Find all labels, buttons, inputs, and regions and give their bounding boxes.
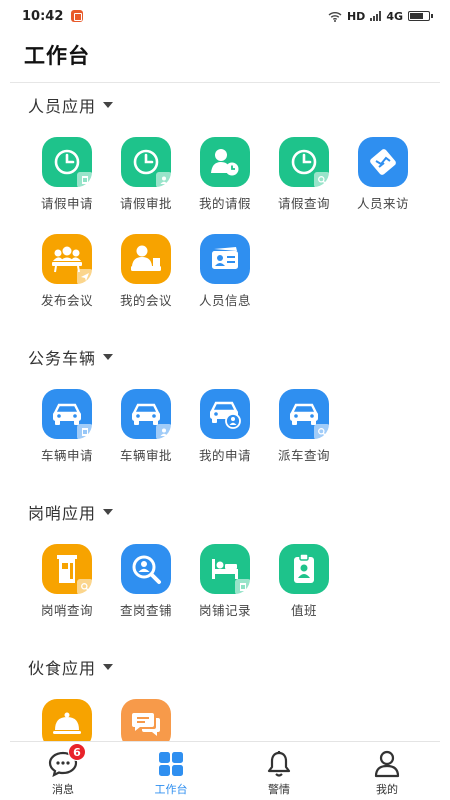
app-label: 发布会议 <box>40 293 93 308</box>
car-person-icon <box>121 389 172 440</box>
clock-search-icon <box>279 137 330 188</box>
bottom-tab-bar: 6 消息 工作台 警情 我的 <box>10 741 440 800</box>
app-dispatch-query[interactable]: 派车查询 <box>265 389 343 464</box>
notification-icon <box>71 10 84 22</box>
app-visitor[interactable]: 人员来访 <box>344 137 422 212</box>
tab-alerts[interactable]: 警情 <box>234 742 324 800</box>
status-bar: 10:42 HD 4G <box>0 0 450 32</box>
car-search-icon <box>279 389 330 440</box>
app-leave-apply[interactable]: 请假申请 <box>28 137 106 212</box>
app-food-2[interactable] <box>107 699 185 741</box>
workbench-grid-icon <box>158 750 184 778</box>
meeting-send-icon <box>42 234 93 285</box>
network-type: HD <box>346 9 366 23</box>
person-clock-icon <box>200 137 250 187</box>
status-indicators: HD 4G <box>328 9 433 23</box>
app-label: 车辆审批 <box>119 448 172 463</box>
app-label: 派车查询 <box>277 448 330 463</box>
handshake-icon <box>358 137 408 187</box>
app-my-application[interactable]: 我的申请 <box>186 389 264 464</box>
app-vehicle-approve[interactable]: 车辆审批 <box>107 389 185 464</box>
car-user-icon <box>200 389 250 439</box>
app-leave-query[interactable]: 请假查询 <box>265 137 343 212</box>
id-card-icon <box>200 234 250 284</box>
app-label: 请假申请 <box>40 196 93 211</box>
app-label: 车辆申请 <box>40 448 93 463</box>
tab-label: 消息 <box>52 783 74 796</box>
section-header-sentry[interactable]: 岗哨应用 <box>28 500 114 524</box>
app-leave-approve[interactable]: 请假审批 <box>107 137 185 212</box>
tab-workbench[interactable]: 工作台 <box>126 742 216 800</box>
tab-label: 工作台 <box>154 783 188 796</box>
section-title: 人员应用 <box>28 97 97 116</box>
status-time: 10:42 <box>22 8 64 24</box>
section-header-food[interactable]: 伙食应用 <box>28 655 114 679</box>
bed-record-icon <box>200 544 251 595</box>
message-icon: 6 <box>48 743 86 778</box>
app-my-leave[interactable]: 我的请假 <box>186 137 264 212</box>
user-icon <box>374 750 400 778</box>
car-doc-icon <box>42 389 93 440</box>
app-vehicle-apply[interactable]: 车辆申请 <box>28 389 106 464</box>
app-bed-record[interactable]: 岗铺记录 <box>186 544 264 619</box>
app-label: 请假查询 <box>277 196 330 211</box>
magnifier-person-icon <box>121 544 171 594</box>
app-publish-meeting[interactable]: 发布会议 <box>28 234 106 309</box>
sentry-search-icon <box>42 544 93 595</box>
unread-badge: 6 <box>68 743 86 761</box>
caret-down-icon <box>103 664 114 670</box>
app-food-1[interactable] <box>28 699 106 741</box>
clock-person-icon <box>121 137 172 188</box>
section-title: 岗哨应用 <box>28 504 97 523</box>
caret-down-icon <box>103 509 114 515</box>
app-label: 人员来访 <box>356 196 409 211</box>
carrier-type: 4G <box>386 9 403 23</box>
app-label: 我的申请 <box>198 448 251 463</box>
app-label: 请假审批 <box>119 196 172 211</box>
app-duty[interactable]: 值班 <box>265 544 343 619</box>
workbench-content[interactable]: 人员应用 请假申请 请假审批 我的请假 请假查询 人员来访 发布会议 我的会议 … <box>0 83 450 741</box>
app-sentry-query[interactable]: 岗哨查询 <box>28 544 106 619</box>
app-label: 人员信息 <box>198 293 251 308</box>
battery-icon <box>408 11 433 21</box>
tab-label: 警情 <box>268 783 290 796</box>
caret-down-icon <box>103 354 114 360</box>
app-inspection[interactable]: 查岗查铺 <box>107 544 185 619</box>
page-title: 工作台 <box>24 44 90 68</box>
chat-bubbles-icon <box>121 699 171 741</box>
caret-down-icon <box>103 102 114 108</box>
app-my-meeting[interactable]: 我的会议 <box>107 234 185 309</box>
app-label: 我的请假 <box>198 196 251 211</box>
section-title: 伙食应用 <box>28 659 97 678</box>
app-label: 岗铺记录 <box>198 603 251 618</box>
section-header-vehicles[interactable]: 公务车辆 <box>28 345 114 369</box>
duty-badge-icon <box>279 544 329 594</box>
app-personnel-info[interactable]: 人员信息 <box>186 234 264 309</box>
app-label: 查岗查铺 <box>119 603 172 618</box>
meeting-person-icon <box>121 234 171 284</box>
wifi-icon <box>328 11 342 22</box>
app-label: 值班 <box>290 603 317 618</box>
tab-messages[interactable]: 6 消息 <box>18 742 108 800</box>
food-cloche-icon <box>42 699 92 741</box>
section-header-personnel[interactable]: 人员应用 <box>28 93 114 117</box>
section-title: 公务车辆 <box>28 349 97 368</box>
app-label: 岗哨查询 <box>40 603 93 618</box>
clock-doc-icon <box>42 137 93 188</box>
tab-profile[interactable]: 我的 <box>342 742 432 800</box>
signal-icon <box>370 11 382 21</box>
app-label: 我的会议 <box>119 293 172 308</box>
tab-label: 我的 <box>376 783 398 796</box>
bell-icon <box>267 750 291 778</box>
